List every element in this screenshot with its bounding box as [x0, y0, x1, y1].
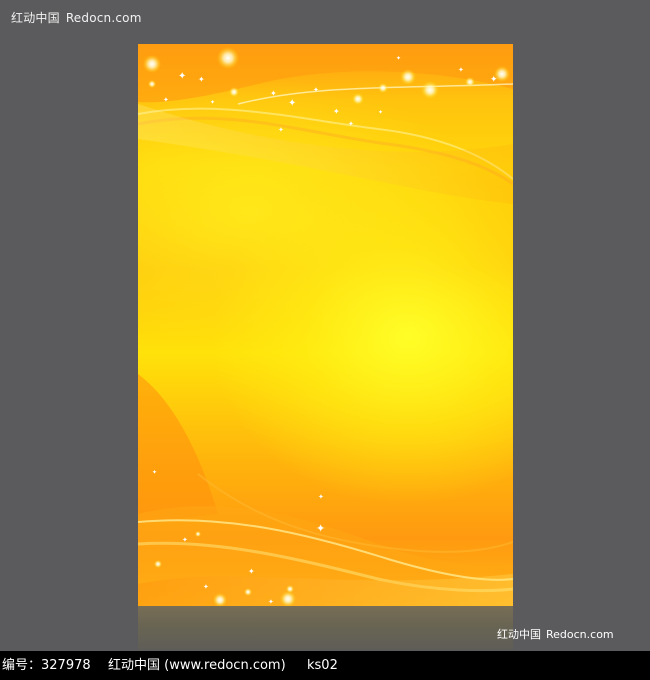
svg-text:✦: ✦ [378, 109, 383, 116]
svg-text:✦: ✦ [348, 120, 354, 128]
svg-text:✦: ✦ [248, 567, 255, 576]
svg-text:✦: ✦ [163, 96, 169, 104]
watermark-right-en: Redocn.com [546, 628, 614, 641]
wave-line [237, 83, 513, 105]
watermark-right-cn: 红动中国 [497, 628, 541, 641]
watermark-top-en: Redocn.com [65, 11, 142, 25]
svg-text:✦: ✦ [396, 55, 401, 62]
svg-text:✦: ✦ [198, 75, 205, 84]
svg-text:✦: ✦ [270, 89, 277, 98]
svg-text:✦: ✦ [490, 75, 498, 85]
svg-text:✦: ✦ [178, 71, 186, 82]
top-band [138, 44, 513, 103]
svg-text:✦: ✦ [313, 86, 319, 94]
image-canvas: 红动中国 Redocn.com ✦ ✦ ✦ ✦ ✦ ✦ ✦ ✦ ✦ ✦ ✦ ✦ … [0, 0, 650, 680]
svg-text:✦: ✦ [210, 99, 215, 106]
svg-text:✦: ✦ [318, 493, 324, 501]
watermark-right: 红动中国 Redocn.com [497, 626, 614, 642]
lower-left-shade [138, 374, 218, 524]
svg-text:✦: ✦ [278, 126, 284, 134]
footer-id: 编号：327978 [2, 658, 91, 673]
footer-bar: 编号：327978 红动中国 (www.redocn.com) ks02 [0, 651, 650, 680]
watermark-top: 红动中国 Redocn.com [11, 9, 142, 26]
svg-text:✦: ✦ [333, 107, 340, 116]
footer-code: ks02 [307, 658, 338, 673]
svg-text:✦: ✦ [203, 583, 209, 591]
svg-text:✦: ✦ [288, 98, 296, 109]
svg-text:✦: ✦ [182, 536, 188, 544]
svg-text:✦: ✦ [316, 522, 325, 535]
svg-text:✦: ✦ [458, 66, 464, 74]
svg-text:✦: ✦ [268, 598, 274, 606]
poster-waves: ✦ ✦ ✦ ✦ ✦ ✦ ✦ ✦ ✦ ✦ ✦ ✦ ✦ ✦ ✦ ✦ ✦ ✦ ✦ ✦ … [138, 44, 513, 606]
watermark-top-cn: 红动中国 [11, 11, 60, 25]
poster-background: ✦ ✦ ✦ ✦ ✦ ✦ ✦ ✦ ✦ ✦ ✦ ✦ ✦ ✦ ✦ ✦ ✦ ✦ ✦ ✦ … [138, 44, 513, 606]
svg-text:✦: ✦ [152, 469, 157, 476]
footer-site: 红动中国 (www.redocn.com) [108, 658, 286, 673]
poster-reflection [138, 606, 513, 650]
